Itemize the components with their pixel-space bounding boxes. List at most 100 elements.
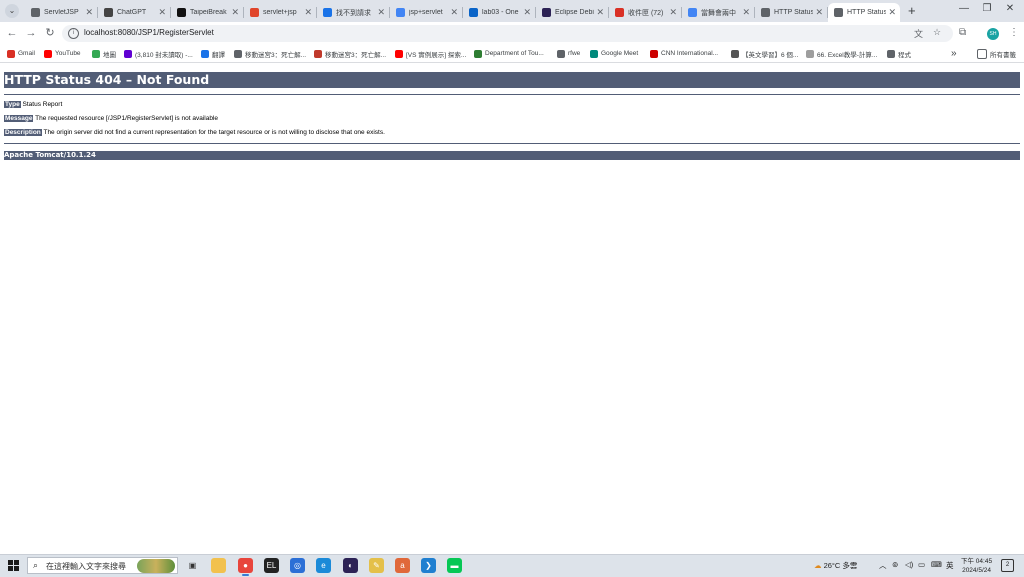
vscode-icon[interactable]: ❯ [421,558,436,573]
browser-tab[interactable]: ChatGPT ✕ [98,3,171,22]
description-label: Description [4,129,42,136]
bookmark-item[interactable]: 程式 [887,48,911,59]
reload-icon[interactable]: ↻ [43,26,57,40]
close-window-icon[interactable]: ✕ [1000,3,1020,14]
bookmark-item[interactable]: 移動迷宮3：死亡解... [314,48,386,59]
tab-title: Eclipse Debi [555,9,594,16]
forward-icon[interactable]: → [24,26,38,40]
display-icon[interactable]: ▭ [918,560,925,569]
google-icon [688,8,697,17]
weather-widget[interactable]: ☁ 26°C 多雲 [814,560,857,571]
windows-start-icon[interactable] [8,560,19,571]
close-tab-icon[interactable]: ✕ [304,7,312,18]
bookmark-item[interactable]: 地圖 [92,48,116,59]
clock[interactable]: 下午 04:45 2024/5/24 [961,557,992,575]
extensions-icon[interactable]: ⧉ [959,27,966,38]
browser-tab[interactable]: HTTP Status ✕ [828,3,900,22]
volume-icon[interactable]: ◁) [905,560,913,569]
bookmark-item[interactable]: Department of Tou... [474,48,544,59]
bookmark-item[interactable]: Google Meet [590,48,638,59]
tab-title: 收件匣 (72) [628,9,664,17]
close-tab-icon[interactable]: ✕ [669,7,677,18]
file-explorer-icon[interactable] [211,558,226,573]
chrome-icon[interactable]: ● [238,558,253,576]
browser-toolbar: ← → ↻ i localhost:8080/JSP1/RegisterServ… [0,22,1024,45]
description-value: The origin server did not find a current… [43,129,385,136]
maps-icon [92,49,100,58]
bookmark-item[interactable]: rfwe [557,48,580,59]
bookmark-icon [314,49,322,58]
bookmark-item[interactable]: 移動迷宮3：死亡解... [234,48,306,59]
url-text[interactable]: localhost:8080/JSP1/RegisterServlet [84,28,214,37]
restore-icon[interactable]: ❐ [977,3,997,14]
browser-tab[interactable]: ServletJSP ✕ [25,3,98,22]
close-tab-icon[interactable]: ✕ [742,7,750,18]
bookmarks-overflow-icon[interactable]: » [951,48,957,59]
bookmark-item[interactable]: (3,810 封未讀取) -... [124,48,193,59]
task-view-icon[interactable]: ▣ [185,558,200,573]
close-tab-icon[interactable]: ✕ [596,7,604,18]
browser-tab[interactable]: Eclipse Debi ✕ [536,3,609,22]
globe-icon [761,8,770,17]
new-tab-button[interactable]: + [908,4,916,18]
eclipse-icon[interactable]: ◐ [343,558,358,573]
notification-icon[interactable]: 2 [1001,559,1014,572]
translate-icon[interactable]: 文 [914,27,923,40]
close-tab-icon[interactable]: ✕ [158,7,166,18]
taskbar-search-input[interactable]: ⌕ 在這裡輸入文字來搜尋 [27,557,178,574]
bookmark-item[interactable]: YouTube [44,48,81,59]
globe-icon [234,49,242,58]
browser-tab[interactable]: 找不到請求 ✕ [317,3,390,22]
address-bar[interactable]: i localhost:8080/JSP1/RegisterServlet 文 … [62,25,953,42]
bookmark-item[interactable]: 翻譯 [201,48,225,59]
browser-tab[interactable]: servlet+jsp ✕ [244,3,317,22]
keyboard-icon[interactable]: ⌨ [931,560,942,569]
tab-search-icon[interactable]: ⌄ [5,4,19,18]
page-icon [806,49,814,58]
translate-icon [201,49,209,58]
type-label: Type [4,101,21,108]
app-icon[interactable]: ✎ [369,558,384,573]
minimize-icon[interactable]: — [954,3,974,14]
bookmark-label: 地圖 [103,51,116,59]
weather-icon: ☁ [814,561,822,570]
browser-tab[interactable]: 當舞會兩中 ✕ [682,3,755,22]
bookmark-item[interactable]: Gmail [7,48,35,59]
network-icon[interactable]: ⊚ [892,560,898,569]
tab-title: ServletJSP [44,9,79,16]
close-tab-icon[interactable]: ✕ [523,7,531,18]
close-tab-icon[interactable]: ✕ [85,7,93,18]
close-tab-icon[interactable]: ✕ [888,7,896,18]
site-info-icon[interactable]: i [68,28,79,39]
tray-chevron-icon[interactable]: ︿ [879,560,887,571]
browser-tab[interactable]: TaipeiBreak ✕ [171,3,244,22]
close-tab-icon[interactable]: ✕ [450,7,458,18]
ime-indicator[interactable]: 英 [946,560,954,571]
close-tab-icon[interactable]: ✕ [231,7,239,18]
bookmark-label: rfwe [568,50,581,57]
back-icon[interactable]: ← [5,26,19,40]
app-icon[interactable]: ◎ [290,558,305,573]
browser-tab[interactable]: jsp+servlet ✕ [390,3,463,22]
line-icon[interactable]: ▬ [447,558,462,573]
terminal-icon[interactable]: EL [264,558,279,573]
bookmark-star-icon[interactable]: ☆ [933,27,941,38]
bookmark-item[interactable]: [VS 實例展示] 探索... [395,48,466,59]
browser-tab[interactable]: HTTP Status ✕ [755,3,828,22]
bookmark-item[interactable]: 【英文學習】6 個... [731,48,798,59]
globe-icon [31,8,40,17]
menu-icon[interactable]: ⋮ [1009,27,1019,38]
close-tab-icon[interactable]: ✕ [815,7,823,18]
bookmark-item[interactable]: CNN International... [650,48,718,59]
all-bookmarks[interactable]: 所有書籤 [977,48,1016,59]
avatar[interactable]: SH [987,28,999,40]
browser-tab[interactable]: lab03 - One ✕ [463,3,536,22]
page-title: HTTP Status 404 – Not Found [4,72,1020,88]
bookmark-label: Gmail [18,50,35,57]
bookmark-item[interactable]: 66. Excel教學-計算... [806,48,877,59]
browser-tab[interactable]: 收件匣 (72) ✕ [609,3,682,22]
app-icon[interactable]: a [395,558,410,573]
bookmark-label: 【英文學習】6 個... [742,51,799,59]
edge-icon[interactable]: e [316,558,331,573]
close-tab-icon[interactable]: ✕ [377,7,385,18]
